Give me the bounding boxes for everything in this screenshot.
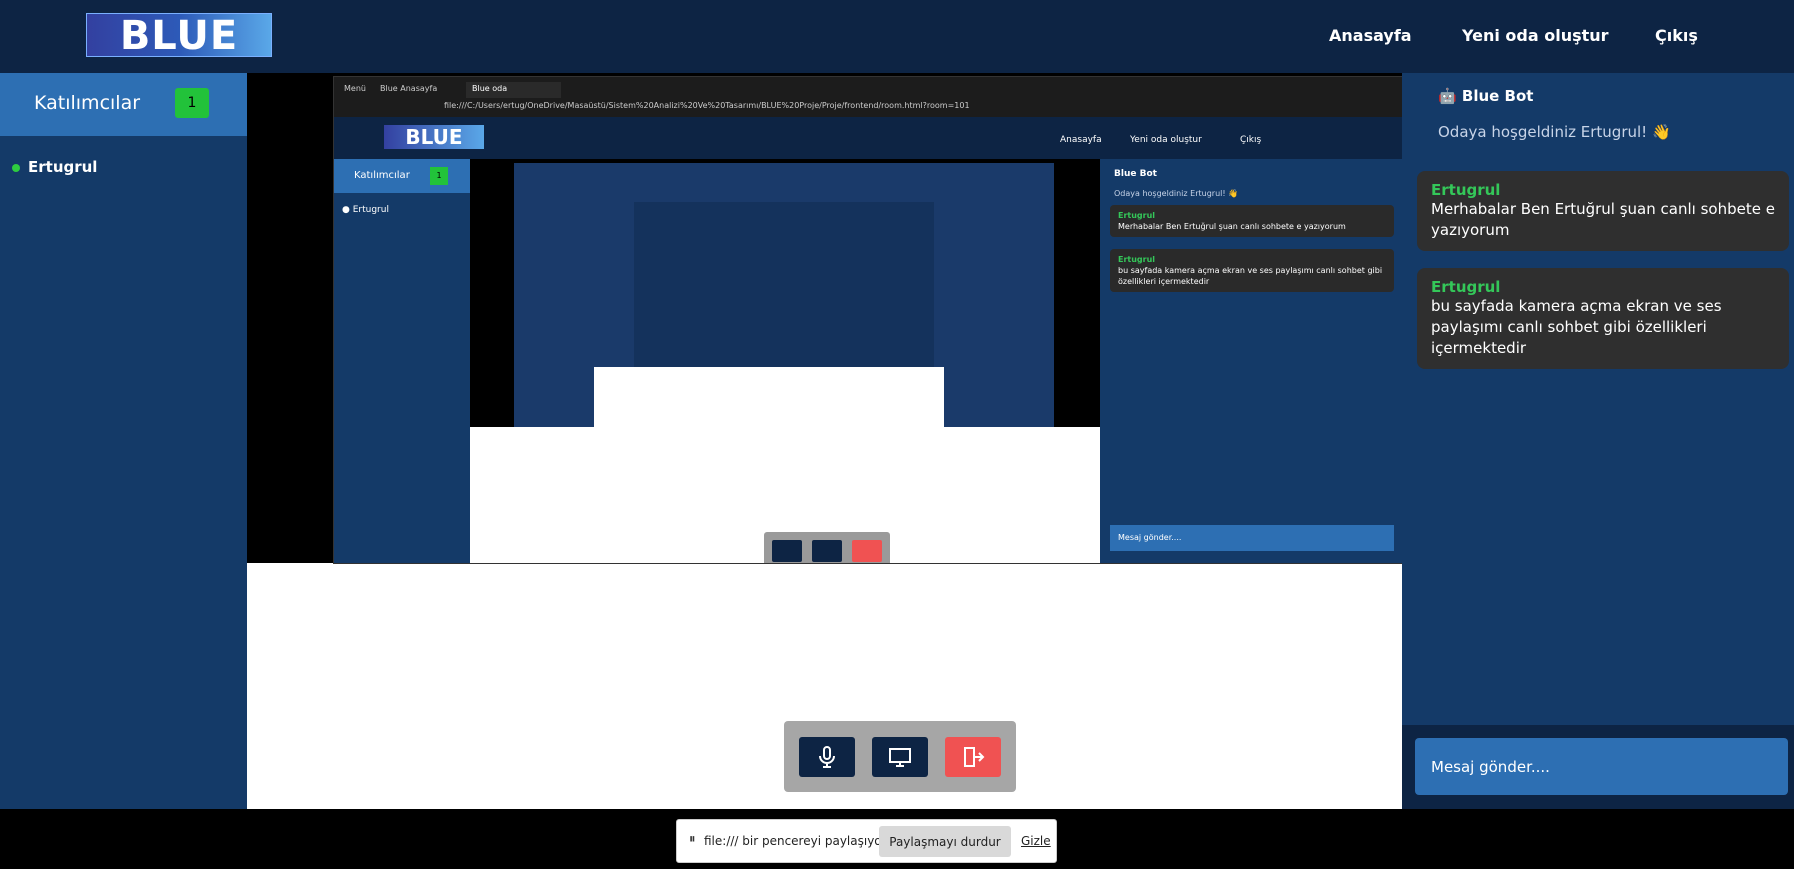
shared-message-author: Ertugrul xyxy=(1118,255,1156,264)
leave-room-button[interactable] xyxy=(945,737,1001,777)
hide-bar-link[interactable]: Gizle xyxy=(1021,834,1051,848)
chat-message-input[interactable] xyxy=(1415,738,1788,795)
shared-sidebar xyxy=(334,159,470,563)
shared-bot-name: Blue Bot xyxy=(1114,169,1157,179)
message-author: Ertugrul xyxy=(1431,278,1501,296)
logo-text: BLUE xyxy=(119,13,239,59)
chat-message: Ertugrul Merhabalar Ben Ertuğrul şuan ca… xyxy=(1417,171,1789,251)
participant-name: Ertugrul xyxy=(28,158,98,176)
logo[interactable]: BLUE xyxy=(86,13,272,59)
shared-participant: ● Ertugrul xyxy=(342,205,389,215)
online-status-dot xyxy=(12,163,20,172)
shared-participants-title: Katılımcılar xyxy=(334,159,470,193)
recursive-screen-inner xyxy=(634,202,934,372)
pause-icon: ⏸ xyxy=(689,832,696,847)
shared-controls xyxy=(764,532,890,563)
nav-exit-link[interactable]: Çıkış xyxy=(1655,26,1698,45)
monitor-icon xyxy=(889,748,911,767)
welcome-message: Odaya hoşgeldiniz Ertugrul! 👋 xyxy=(1438,123,1671,141)
shared-monitor-icon xyxy=(812,540,842,562)
bot-header: 🤖 Blue Bot xyxy=(1438,87,1533,105)
chat-panel: 🤖 Blue Bot Odaya hoşgeldiniz Ertugrul! 👋… xyxy=(1402,73,1794,809)
robot-icon: 🤖 xyxy=(1438,87,1462,105)
shared-message: Ertugrul bu sayfada kamera açma ekran ve … xyxy=(1110,249,1394,292)
recursive-white xyxy=(594,367,944,427)
shared-message: Ertugrul Merhabalar Ben Ertuğrul şuan can… xyxy=(1110,205,1394,237)
shared-tab: Blue oda xyxy=(466,82,561,98)
shared-nav: Çıkış xyxy=(1240,135,1262,145)
shared-welcome: Odaya hoşgeldiniz Ertugrul! 👋 xyxy=(1114,189,1239,198)
shared-url: file:///C:/Users/ertug/OneDrive/Masaüstü… xyxy=(444,101,970,110)
participants-header: Katılımcılar 1 xyxy=(0,73,247,136)
shared-chat-input: Mesaj gönder.... xyxy=(1110,525,1394,551)
bot-name: Blue Bot xyxy=(1461,87,1534,105)
shared-screen-video: Menü Blue Anasayfa Blue oda file:///C:/U… xyxy=(333,76,1403,564)
message-text: Merhabalar Ben Ertuğrul şuan canlı sohbe… xyxy=(1431,200,1775,239)
leave-icon xyxy=(964,747,985,767)
participants-count-badge: 1 xyxy=(175,88,209,118)
shared-participants-count: 1 xyxy=(430,167,448,185)
share-screen-button[interactable] xyxy=(872,737,928,777)
shared-message-text: Merhabalar Ben Ertuğrul şuan canlı sohbe… xyxy=(1118,222,1346,231)
participants-sidebar: Katılımcılar 1 Ertugrul xyxy=(0,73,247,809)
shared-nav: Yeni oda oluştur xyxy=(1130,135,1202,145)
nav-new-room-link[interactable]: Yeni oda oluştur xyxy=(1462,26,1609,45)
shared-message-text: bu sayfada kamera açma ekran ve ses payl… xyxy=(1118,266,1383,286)
top-navbar: BLUE Anasayfa Yeni oda oluştur Çıkış xyxy=(0,0,1794,73)
video-stage: Menü Blue Anasayfa Blue oda file:///C:/U… xyxy=(247,73,1403,809)
chat-message: Ertugrul bu sayfada kamera açma ekran ve… xyxy=(1417,268,1789,369)
message-author: Ertugrul xyxy=(1431,181,1501,199)
call-controls xyxy=(784,721,1016,792)
nav-home-link[interactable]: Anasayfa xyxy=(1329,26,1412,45)
participants-title: Katılımcılar xyxy=(34,92,141,114)
shared-mic-icon xyxy=(772,540,802,562)
message-text: bu sayfada kamera açma ekran ve ses payl… xyxy=(1431,297,1722,357)
shared-participant-name: Ertugrul xyxy=(352,205,389,215)
stop-sharing-button[interactable]: Paylaşmayı durdur xyxy=(879,826,1011,857)
shared-tab: Menü xyxy=(344,84,366,93)
microphone-button[interactable] xyxy=(799,737,855,777)
shared-nav: Anasayfa xyxy=(1060,135,1102,145)
shared-message-author: Ertugrul xyxy=(1118,211,1156,220)
share-status-text: file:/// bir pencereyi paylaşıyor. xyxy=(704,834,890,848)
microphone-icon xyxy=(819,746,835,768)
shared-leave-icon xyxy=(852,540,882,562)
shared-logo: BLUE xyxy=(384,125,484,149)
participant-item[interactable]: Ertugrul xyxy=(12,158,97,176)
screen-share-bar: ⏸ file:/// bir pencereyi paylaşıyor. Pay… xyxy=(676,819,1057,863)
shared-tab: Blue Anasayfa xyxy=(380,84,438,93)
